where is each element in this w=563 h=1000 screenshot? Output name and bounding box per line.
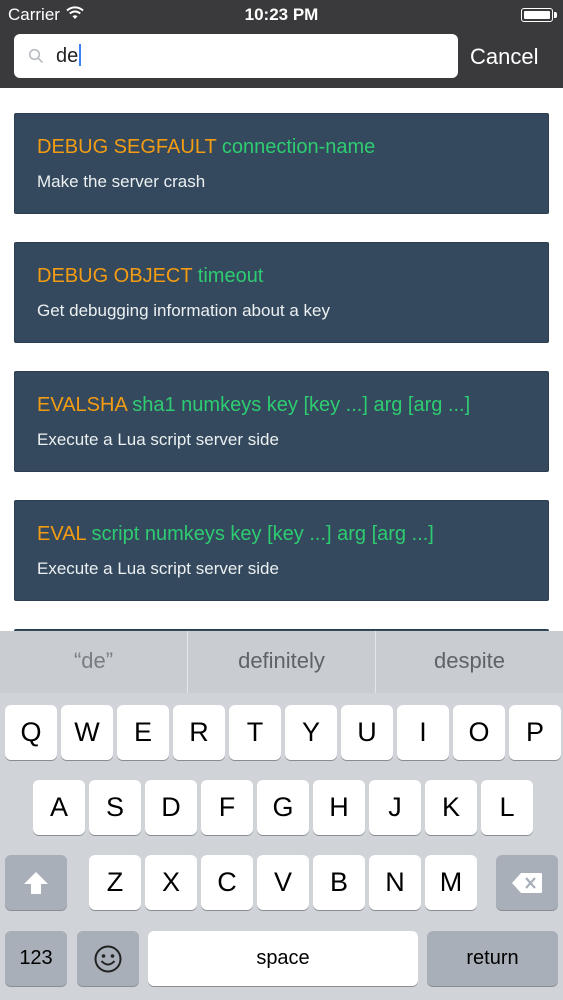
search-input[interactable]: de bbox=[14, 34, 458, 78]
key-d[interactable]: D bbox=[145, 780, 197, 835]
return-key[interactable]: return bbox=[427, 931, 558, 986]
command-name: EVAL bbox=[37, 523, 86, 545]
command-description: Execute a Lua script server side bbox=[37, 430, 279, 449]
key-h[interactable]: H bbox=[313, 780, 365, 835]
suggestion-bar: “de” definitely despite bbox=[0, 631, 563, 693]
result-title: DEBUG OBJECT timeout bbox=[37, 265, 263, 288]
backspace-icon bbox=[512, 872, 542, 893]
result-title: EVAL script numkeys key [key ...] arg [a… bbox=[37, 523, 434, 546]
key-u[interactable]: U bbox=[341, 705, 393, 760]
key-v[interactable]: V bbox=[257, 855, 309, 910]
suggestion-item[interactable]: definitely bbox=[188, 631, 375, 693]
key-e[interactable]: E bbox=[117, 705, 169, 760]
key-o[interactable]: O bbox=[453, 705, 505, 760]
numbers-key[interactable]: 123 bbox=[5, 931, 67, 986]
key-g[interactable]: G bbox=[257, 780, 309, 835]
results-list: DEBUG SEGFAULT connection-name Make the … bbox=[0, 88, 563, 633]
emoji-key[interactable] bbox=[77, 931, 139, 986]
text-caret bbox=[79, 44, 82, 66]
space-key[interactable]: space bbox=[148, 931, 418, 986]
key-r[interactable]: R bbox=[173, 705, 225, 760]
delete-key[interactable] bbox=[496, 855, 558, 910]
status-time: 10:23 PM bbox=[244, 5, 319, 24]
command-args: timeout bbox=[197, 265, 264, 287]
key-y[interactable]: Y bbox=[285, 705, 337, 760]
status-bar: Carrier 10:23 PM bbox=[0, 0, 563, 28]
shift-key[interactable] bbox=[5, 855, 67, 910]
result-card[interactable]: DEBUG SEGFAULT connection-name Make the … bbox=[14, 113, 549, 214]
result-card[interactable]: EVALSHA sha1 numkeys key [key ...] arg [… bbox=[14, 371, 549, 472]
header-bar: Carrier 10:23 PM de Cancel bbox=[0, 0, 563, 88]
command-args: script numkeys key [key ...] arg [arg ..… bbox=[91, 523, 434, 545]
battery-icon bbox=[521, 8, 557, 22]
key-n[interactable]: N bbox=[369, 855, 421, 910]
key-x[interactable]: X bbox=[145, 855, 197, 910]
emoji-face-icon bbox=[94, 945, 122, 972]
key-l[interactable]: L bbox=[481, 780, 533, 835]
keyboard: “de” definitely despite Q W E R T Y U I … bbox=[0, 631, 563, 1000]
key-c[interactable]: C bbox=[201, 855, 253, 910]
result-title: DEBUG SEGFAULT connection-name bbox=[37, 136, 375, 159]
key-z[interactable]: Z bbox=[89, 855, 141, 910]
suggestion-typed[interactable]: “de” bbox=[0, 631, 187, 693]
command-name: EVALSHA bbox=[37, 394, 127, 416]
result-card[interactable]: DEBUG OBJECT timeout Get debugging infor… bbox=[14, 242, 549, 343]
command-args: connection-name bbox=[221, 136, 376, 158]
command-args: sha1 numkeys key [key ...] arg [arg ...] bbox=[132, 394, 471, 416]
command-name: DEBUG OBJECT bbox=[37, 265, 193, 287]
result-title: EVALSHA sha1 numkeys key [key ...] arg [… bbox=[37, 394, 470, 417]
search-icon bbox=[28, 48, 44, 64]
suggestion-item[interactable]: despite bbox=[376, 631, 563, 693]
key-m[interactable]: M bbox=[425, 855, 477, 910]
key-w[interactable]: W bbox=[61, 705, 113, 760]
key-j[interactable]: J bbox=[369, 780, 421, 835]
key-i[interactable]: I bbox=[397, 705, 449, 760]
key-p[interactable]: P bbox=[509, 705, 561, 760]
result-card[interactable]: EVAL script numkeys key [key ...] arg [a… bbox=[14, 500, 549, 601]
cancel-button[interactable]: Cancel bbox=[470, 44, 538, 70]
command-description: Get debugging information about a key bbox=[37, 301, 330, 320]
key-k[interactable]: K bbox=[425, 780, 477, 835]
key-b[interactable]: B bbox=[313, 855, 365, 910]
command-name: DEBUG SEGFAULT bbox=[37, 136, 217, 158]
key-f[interactable]: F bbox=[201, 780, 253, 835]
command-description: Execute a Lua script server side bbox=[37, 559, 279, 578]
search-input-value: de bbox=[56, 44, 82, 68]
key-t[interactable]: T bbox=[229, 705, 281, 760]
shift-arrow-icon bbox=[24, 871, 48, 894]
command-description: Make the server crash bbox=[37, 172, 206, 191]
key-a[interactable]: A bbox=[33, 780, 85, 835]
key-q[interactable]: Q bbox=[5, 705, 57, 760]
key-s[interactable]: S bbox=[89, 780, 141, 835]
